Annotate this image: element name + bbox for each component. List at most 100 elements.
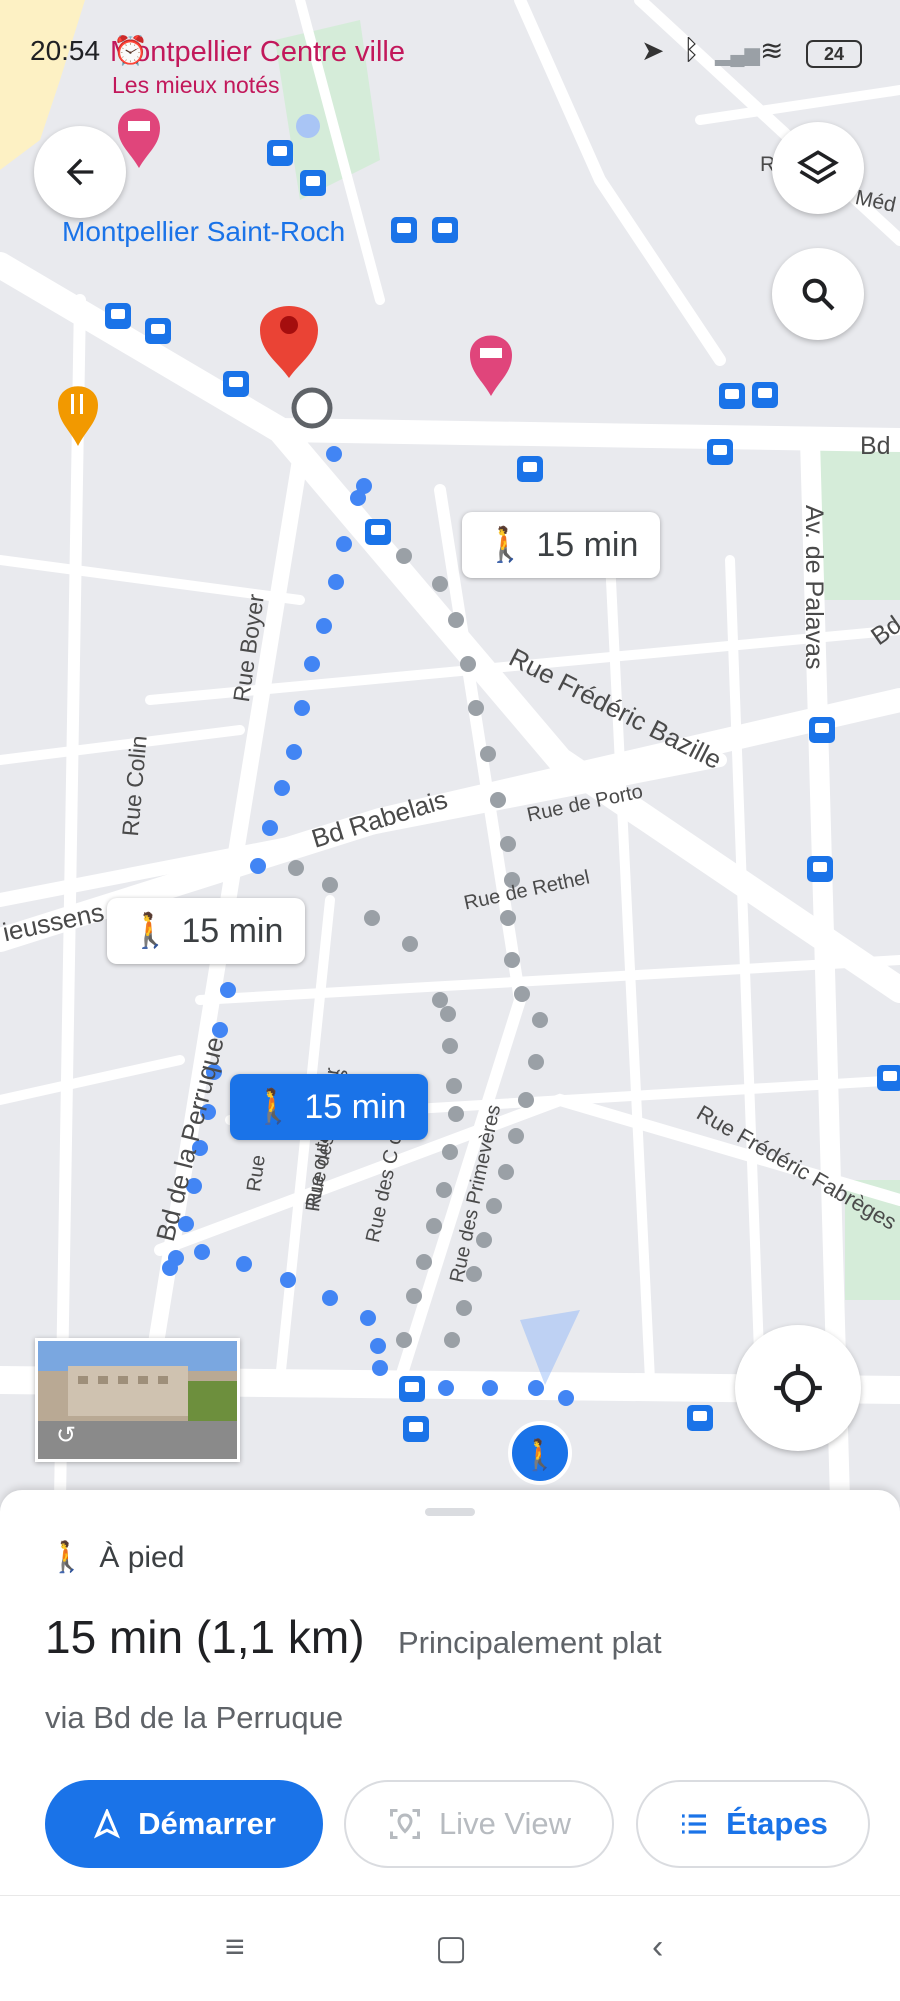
bus-stop-glyph (523, 462, 537, 472)
route-dot (444, 1332, 460, 1348)
route-dot (508, 1128, 524, 1144)
steps-button[interactable]: Étapes (636, 1780, 870, 1868)
start-button[interactable]: Démarrer (45, 1780, 323, 1868)
street-view-thumbnail[interactable]: ↺ (35, 1338, 240, 1462)
back-button[interactable] (34, 126, 126, 218)
my-location-button[interactable] (735, 1325, 861, 1451)
bus-stop-glyph (409, 1422, 423, 1432)
route-dot (482, 1380, 498, 1396)
layers-button[interactable] (772, 122, 864, 214)
route-dot (370, 1338, 386, 1354)
route-dot (336, 536, 352, 552)
route-dot (250, 858, 266, 874)
clock: 20:54 (30, 35, 101, 66)
route-dot (456, 1300, 472, 1316)
street-bd-top: Bd (860, 432, 891, 460)
route-dot (236, 1256, 252, 1272)
route-dot (322, 877, 338, 893)
route-dot (426, 1218, 442, 1234)
route-dot (486, 1198, 502, 1214)
route-dot (350, 490, 366, 506)
route-dot (326, 446, 342, 462)
bus-stop-glyph (725, 389, 739, 399)
back-arrow-icon (66, 158, 94, 186)
bus-stop-glyph (371, 525, 385, 535)
bluetooth-icon: ᛒ (683, 34, 700, 65)
route-dot (162, 1260, 178, 1276)
bus-stop-glyph (815, 723, 829, 733)
route-dot (448, 1106, 464, 1122)
route-dot (372, 1360, 388, 1376)
street-view-rotate-icon: ↺ (56, 1422, 77, 1449)
live-view-button-label: Live View (438, 1806, 572, 1841)
route-dot (274, 780, 290, 796)
route-dot (280, 1272, 296, 1288)
origin-marker (291, 387, 333, 429)
route-dot (416, 1254, 432, 1270)
route-chip-label: 15 min (304, 1087, 407, 1126)
search-icon (802, 278, 835, 311)
route-dot (532, 1012, 548, 1028)
route-dot (194, 1244, 210, 1260)
bus-stop-glyph (758, 388, 772, 398)
search-button[interactable] (772, 248, 864, 340)
sheet-drag-handle[interactable] (425, 1508, 475, 1516)
route-dot (500, 910, 516, 926)
route-dot (396, 1332, 412, 1348)
bus-stop-glyph (883, 1071, 897, 1081)
park-poi[interactable] (296, 114, 320, 138)
start-button-label: Démarrer (138, 1806, 276, 1841)
route-via: via Bd de la Perruque (45, 1700, 344, 1735)
bus-stop-glyph (693, 1411, 707, 1421)
route-dot (468, 700, 484, 716)
route-dot (436, 1182, 452, 1198)
route-dot (288, 860, 304, 876)
route-dot (212, 1022, 228, 1038)
walking-person-icon: 🚶 (48, 1541, 86, 1574)
bus-stop-glyph (151, 324, 165, 334)
route-dot (498, 1164, 514, 1180)
route-dot (514, 986, 530, 1002)
walking-person-icon: 🚶 (129, 912, 172, 950)
route-dot (432, 992, 448, 1008)
route-chip-label: 15 min (536, 525, 639, 564)
bus-stop-glyph (111, 309, 125, 319)
route-chip-selected[interactable]: 🚶 15 min (230, 1074, 429, 1140)
location-arrow-icon: ➤ (641, 35, 665, 66)
bus-stop-glyph (306, 176, 320, 186)
route-dot (304, 656, 320, 672)
route-chip-label: 15 min (181, 911, 284, 950)
system-nav-bar: ≡ ▢ ‹ (0, 1895, 900, 2001)
route-dot (500, 836, 516, 852)
route-dot (442, 1144, 458, 1160)
route-dot (446, 1078, 462, 1094)
route-dot (360, 1310, 376, 1326)
route-duration: 15 min (1,1 km) (45, 1611, 365, 1663)
recent-apps-icon[interactable]: ≡ (225, 1928, 245, 1967)
alarm-off-icon: ⏰ (113, 35, 148, 66)
route-dot (262, 820, 278, 836)
battery-indicator: 24 (806, 40, 862, 68)
route-dot (432, 576, 448, 592)
route-dot (220, 982, 236, 998)
route-dot (406, 1288, 422, 1304)
home-icon[interactable]: ▢ (435, 1928, 467, 1968)
route-chip-alt-1[interactable]: 🚶 15 min (462, 512, 661, 578)
svg-text:🚶: 🚶 (521, 1437, 558, 1473)
route-dot (396, 548, 412, 564)
route-dot (328, 574, 344, 590)
travel-mode: 🚶 À pied (48, 1540, 184, 1575)
street-av-de-palavas: Av. de Palavas (800, 505, 828, 670)
route-dot (528, 1380, 544, 1396)
route-terrain: Principalement plat (398, 1625, 662, 1660)
back-nav-icon[interactable]: ‹ (652, 1928, 663, 1967)
live-view-icon (389, 1809, 420, 1839)
status-bar: 20:54 ⏰ ➤ ᛒ ▂▄▆ ≋ 24 (0, 0, 900, 100)
live-view-button[interactable]: Live View (344, 1780, 614, 1868)
bus-stop-glyph (438, 223, 452, 233)
route-chip-alt-2[interactable]: 🚶 15 min (107, 898, 306, 964)
route-dot (440, 1006, 456, 1022)
station-label[interactable]: Montpellier Saint-Roch (62, 216, 345, 248)
bus-stop-glyph (405, 1382, 419, 1392)
route-dot (402, 936, 418, 952)
